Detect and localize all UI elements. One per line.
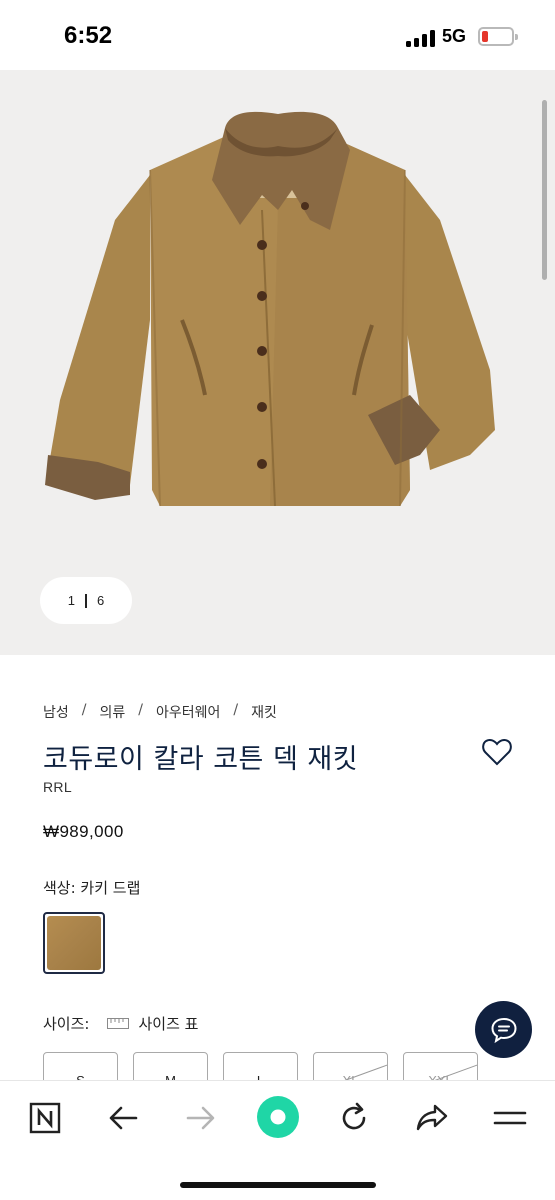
breadcrumb-item[interactable]: 남성 <box>43 702 69 722</box>
color-swatch-khaki[interactable] <box>43 912 105 974</box>
ruler-icon <box>107 1018 130 1029</box>
status-time: 6:52 <box>64 22 113 49</box>
jacket-image <box>45 111 495 507</box>
menu-icon[interactable] <box>490 1101 530 1135</box>
product-title: 코듀로이 칼라 코튼 덱 재킷 <box>43 744 359 775</box>
swatch-fill <box>47 916 101 970</box>
size-row: 사이즈: 사이즈 표 <box>43 1013 198 1034</box>
naver-icon[interactable] <box>25 1101 65 1135</box>
home-indicator <box>180 1182 376 1188</box>
battery-level <box>482 31 488 42</box>
pager-current: 1 <box>67 593 75 608</box>
image-pager: 1 6 <box>40 577 132 624</box>
breadcrumb-item[interactable]: 의류 <box>99 702 125 722</box>
product-image-carousel[interactable]: 1 6 <box>0 70 555 655</box>
home-icon[interactable] <box>256 1095 300 1139</box>
wishlist-button[interactable] <box>482 738 512 766</box>
back-icon[interactable] <box>103 1101 143 1135</box>
status-bar: 6:52 5G <box>0 0 555 70</box>
chat-icon <box>490 1017 517 1043</box>
pager-total: 6 <box>97 593 105 608</box>
reload-icon[interactable] <box>334 1101 374 1135</box>
network-label: 5G <box>442 26 467 46</box>
scroll-indicator[interactable] <box>542 100 547 280</box>
share-icon[interactable] <box>412 1101 452 1135</box>
battery-icon <box>478 27 518 46</box>
browser-toolbar <box>0 1080 555 1200</box>
forward-icon[interactable] <box>181 1101 221 1135</box>
heart-icon <box>482 739 512 766</box>
product-brand[interactable]: RRL <box>43 779 72 795</box>
size-chart-link[interactable]: 사이즈 표 <box>138 1013 198 1034</box>
breadcrumb-item[interactable]: 재킷 <box>251 702 277 722</box>
pager-separator <box>85 593 87 608</box>
chat-button[interactable] <box>475 1001 532 1058</box>
signal-icon <box>406 30 436 47</box>
breadcrumb: 남성 / 의류 / 아우터웨어 / 재킷 <box>43 702 277 722</box>
product-price: ₩989,000 <box>43 822 124 841</box>
breadcrumb-item[interactable]: 아우터웨어 <box>156 702 220 722</box>
size-label: 사이즈: <box>43 1015 90 1033</box>
color-label: 색상: 카키 드랩 <box>43 879 141 897</box>
